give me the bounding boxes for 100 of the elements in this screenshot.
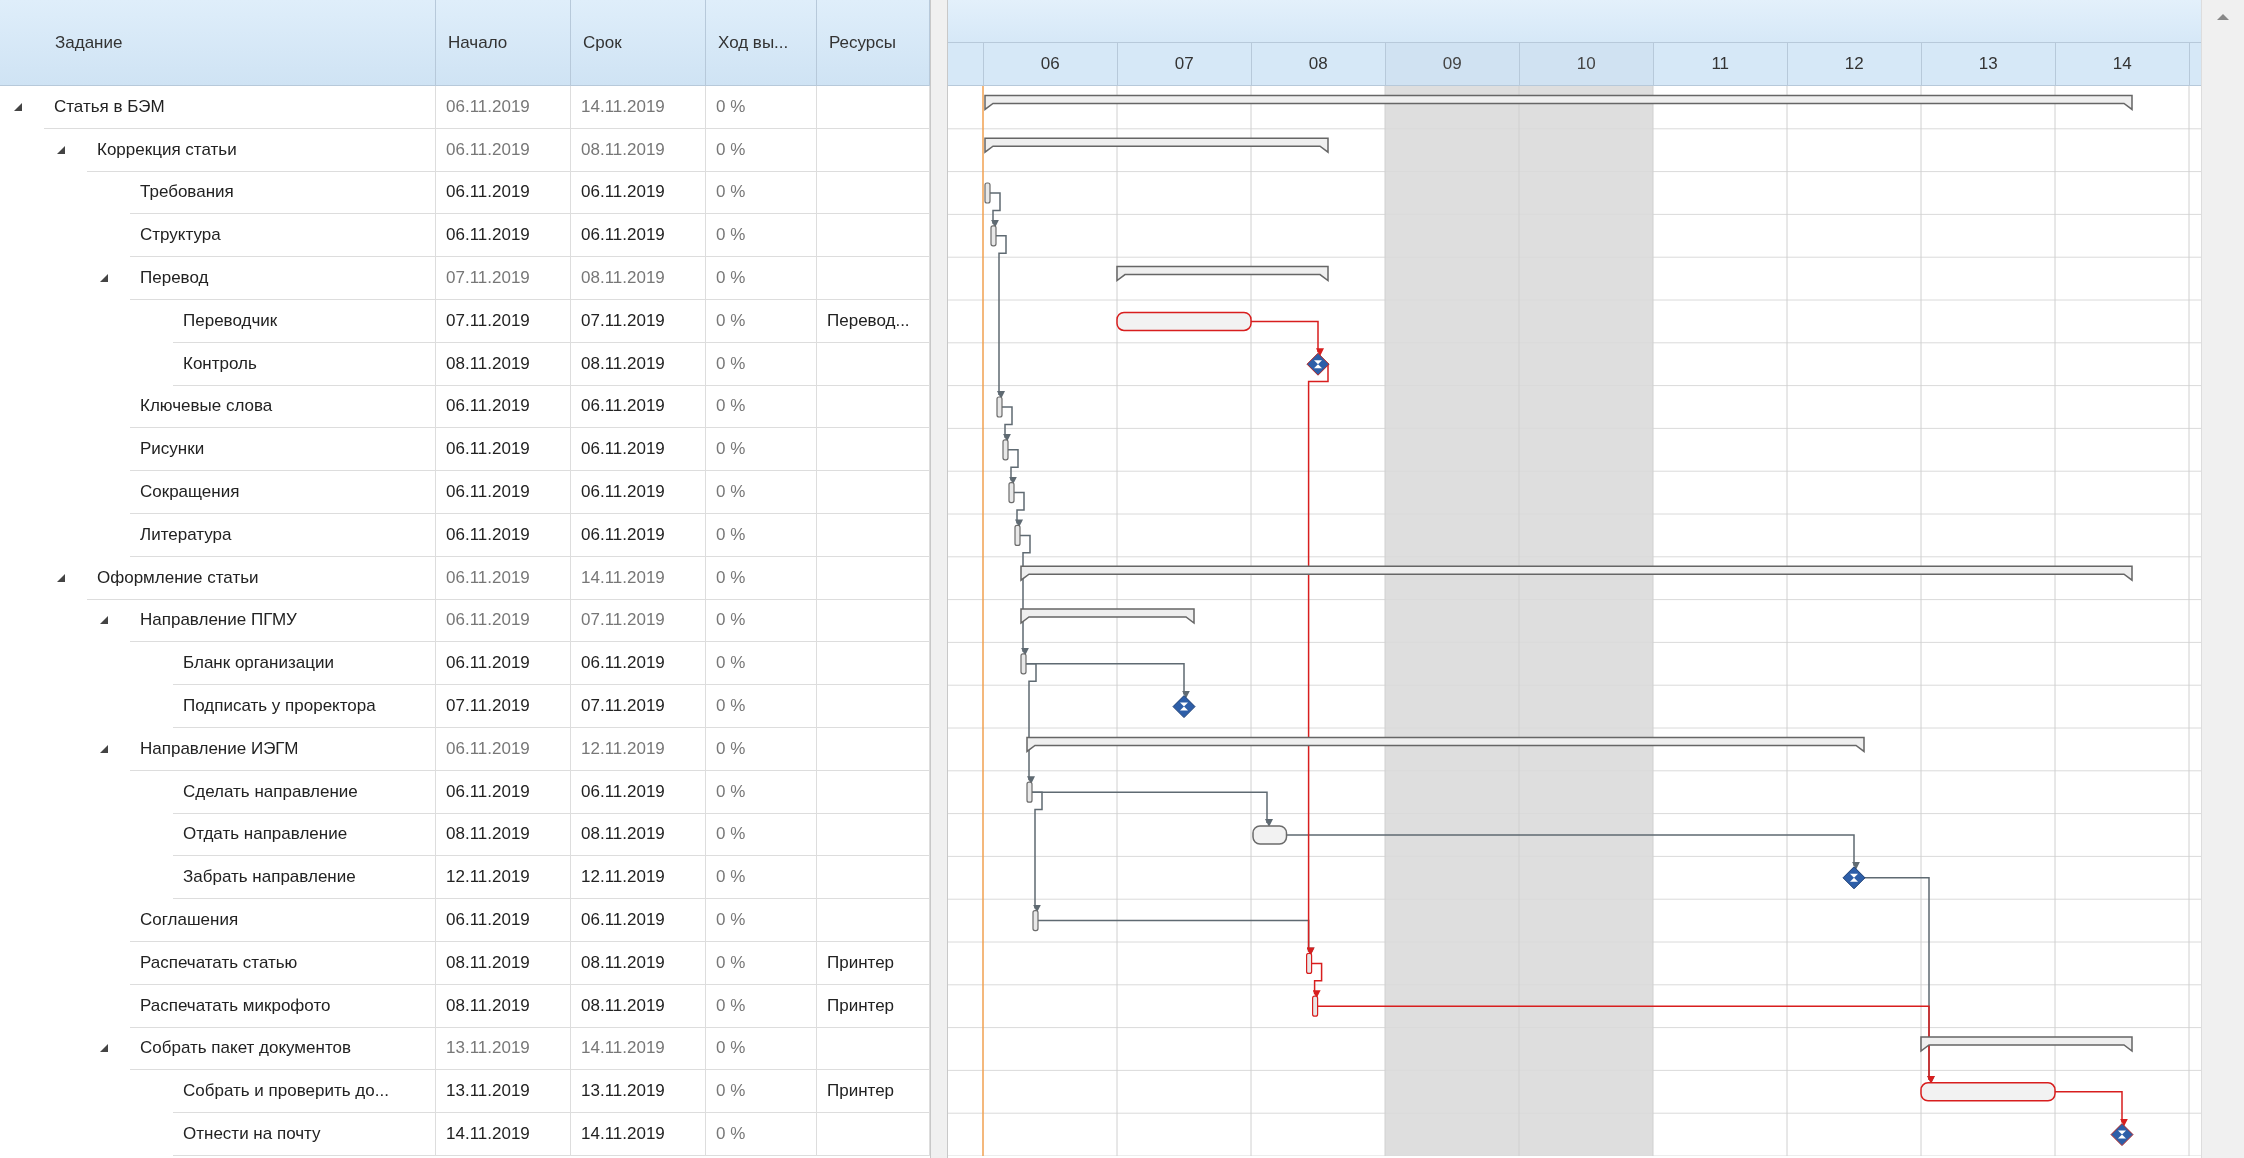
task-name: Направление ИЭГМ <box>130 727 436 771</box>
start-date: 06.11.2019 <box>436 727 571 771</box>
task-bar[interactable] <box>1008 482 1015 504</box>
progress-value: 0 % <box>706 1027 817 1071</box>
due-date: 06.11.2019 <box>571 385 706 429</box>
start-date: 06.11.2019 <box>436 642 571 686</box>
task-name: Переводчик <box>173 300 436 343</box>
dependency-arrow <box>1310 962 1323 999</box>
progress-value: 0 % <box>706 941 817 985</box>
start-date: 07.11.2019 <box>436 685 571 728</box>
resource-name: Принтер <box>817 941 930 985</box>
due-date: 08.11.2019 <box>571 984 706 1028</box>
task-bar[interactable] <box>1002 439 1009 461</box>
task-bar[interactable] <box>984 182 991 204</box>
task-bar[interactable] <box>1026 781 1033 803</box>
start-date: 06.11.2019 <box>436 556 571 600</box>
start-date: 06.11.2019 <box>436 471 571 514</box>
progress-value: 0 % <box>706 727 817 771</box>
start-date: 06.11.2019 <box>436 899 571 942</box>
task-bar[interactable] <box>990 225 997 247</box>
task-name: Требования <box>130 171 436 215</box>
milestone-icon[interactable] <box>1172 695 1196 719</box>
start-date: 06.11.2019 <box>436 428 571 472</box>
column-header[interactable]: Начало <box>436 0 571 85</box>
progress-value: 0 % <box>706 642 817 686</box>
due-date: 12.11.2019 <box>571 856 706 900</box>
day-label: 08 <box>1251 43 1386 85</box>
task-name: Сокращения <box>130 471 436 514</box>
progress-value: 0 % <box>706 171 817 215</box>
task-bar[interactable] <box>1014 524 1021 546</box>
start-date: 13.11.2019 <box>436 1027 571 1071</box>
progress-value: 0 % <box>706 1113 817 1156</box>
task-name: Статья в БЭМ <box>44 86 436 129</box>
due-date: 08.11.2019 <box>571 813 706 857</box>
start-date: 08.11.2019 <box>436 342 571 386</box>
milestone-icon[interactable] <box>2110 1123 2134 1147</box>
column-header[interactable]: Задание <box>0 0 436 85</box>
milestone-icon[interactable] <box>1842 866 1866 890</box>
start-date: 06.11.2019 <box>436 513 571 557</box>
column-header[interactable]: Ход вы... <box>706 0 817 85</box>
task-name: Отдать направление <box>173 813 436 857</box>
due-date: 08.11.2019 <box>571 128 706 172</box>
column-header[interactable]: Срок <box>571 0 706 85</box>
day-label: 10 <box>1519 43 1654 85</box>
dependency-arrow <box>989 192 1001 228</box>
start-date: 13.11.2019 <box>436 1070 571 1114</box>
resource-name: Перевод... <box>817 300 930 343</box>
due-date: 08.11.2019 <box>571 342 706 386</box>
expand-icon[interactable] <box>100 744 108 753</box>
progress-value: 0 % <box>706 899 817 942</box>
expand-icon[interactable] <box>100 274 108 283</box>
day-label: 13 <box>1921 43 2056 85</box>
task-bar[interactable] <box>996 396 1003 418</box>
due-date: 12.11.2019 <box>571 727 706 771</box>
progress-value: 0 % <box>706 128 817 172</box>
task-name: Сделать направление <box>173 770 436 814</box>
expand-icon[interactable] <box>57 573 65 582</box>
start-date: 06.11.2019 <box>436 770 571 814</box>
due-date: 14.11.2019 <box>571 1027 706 1071</box>
task-bar[interactable] <box>1305 952 1312 974</box>
due-date: 07.11.2019 <box>571 300 706 343</box>
due-date: 06.11.2019 <box>571 899 706 942</box>
task-name: Распечатать микрофото <box>130 984 436 1028</box>
progress-value: 0 % <box>706 1070 817 1114</box>
task-bar[interactable] <box>1252 825 1287 845</box>
expand-icon[interactable] <box>14 102 22 111</box>
scroll-up-icon[interactable] <box>2216 14 2229 20</box>
start-date: 06.11.2019 <box>436 385 571 429</box>
due-date: 06.11.2019 <box>571 471 706 514</box>
task-bar[interactable] <box>1920 1082 2056 1102</box>
task-name: Распечатать статью <box>130 941 436 985</box>
scrollbar[interactable] <box>2200 0 2244 1158</box>
column-header[interactable]: Ресурсы <box>817 0 930 85</box>
start-date: 06.11.2019 <box>436 214 571 258</box>
milestone-icon[interactable] <box>1306 352 1330 376</box>
day-label: 06 <box>983 43 1118 85</box>
expand-icon[interactable] <box>100 616 108 625</box>
due-date: 13.11.2019 <box>571 1070 706 1114</box>
expand-icon[interactable] <box>100 1044 108 1053</box>
due-date: 06.11.2019 <box>571 642 706 686</box>
progress-value: 0 % <box>706 856 817 900</box>
due-date: 08.11.2019 <box>571 257 706 300</box>
dependency-arrow <box>1001 406 1013 442</box>
task-bar[interactable] <box>1032 910 1039 932</box>
task-name: Забрать направление <box>173 856 436 900</box>
start-date: 06.11.2019 <box>436 171 571 215</box>
due-date: 06.11.2019 <box>571 513 706 557</box>
task-name: Собрать пакет документов <box>130 1027 436 1071</box>
expand-icon[interactable] <box>57 145 65 154</box>
task-bar[interactable] <box>1116 311 1252 332</box>
progress-value: 0 % <box>706 471 817 514</box>
task-name: Структура <box>130 214 436 258</box>
due-date: 06.11.2019 <box>571 171 706 215</box>
resource-name: Принтер <box>817 1070 930 1114</box>
due-date: 14.11.2019 <box>571 86 706 129</box>
task-bar[interactable] <box>1020 653 1027 675</box>
progress-value: 0 % <box>706 556 817 600</box>
task-name: Соглашения <box>130 899 436 942</box>
task-name: Направление ПГМУ <box>130 599 436 643</box>
task-bar[interactable] <box>1311 995 1318 1017</box>
